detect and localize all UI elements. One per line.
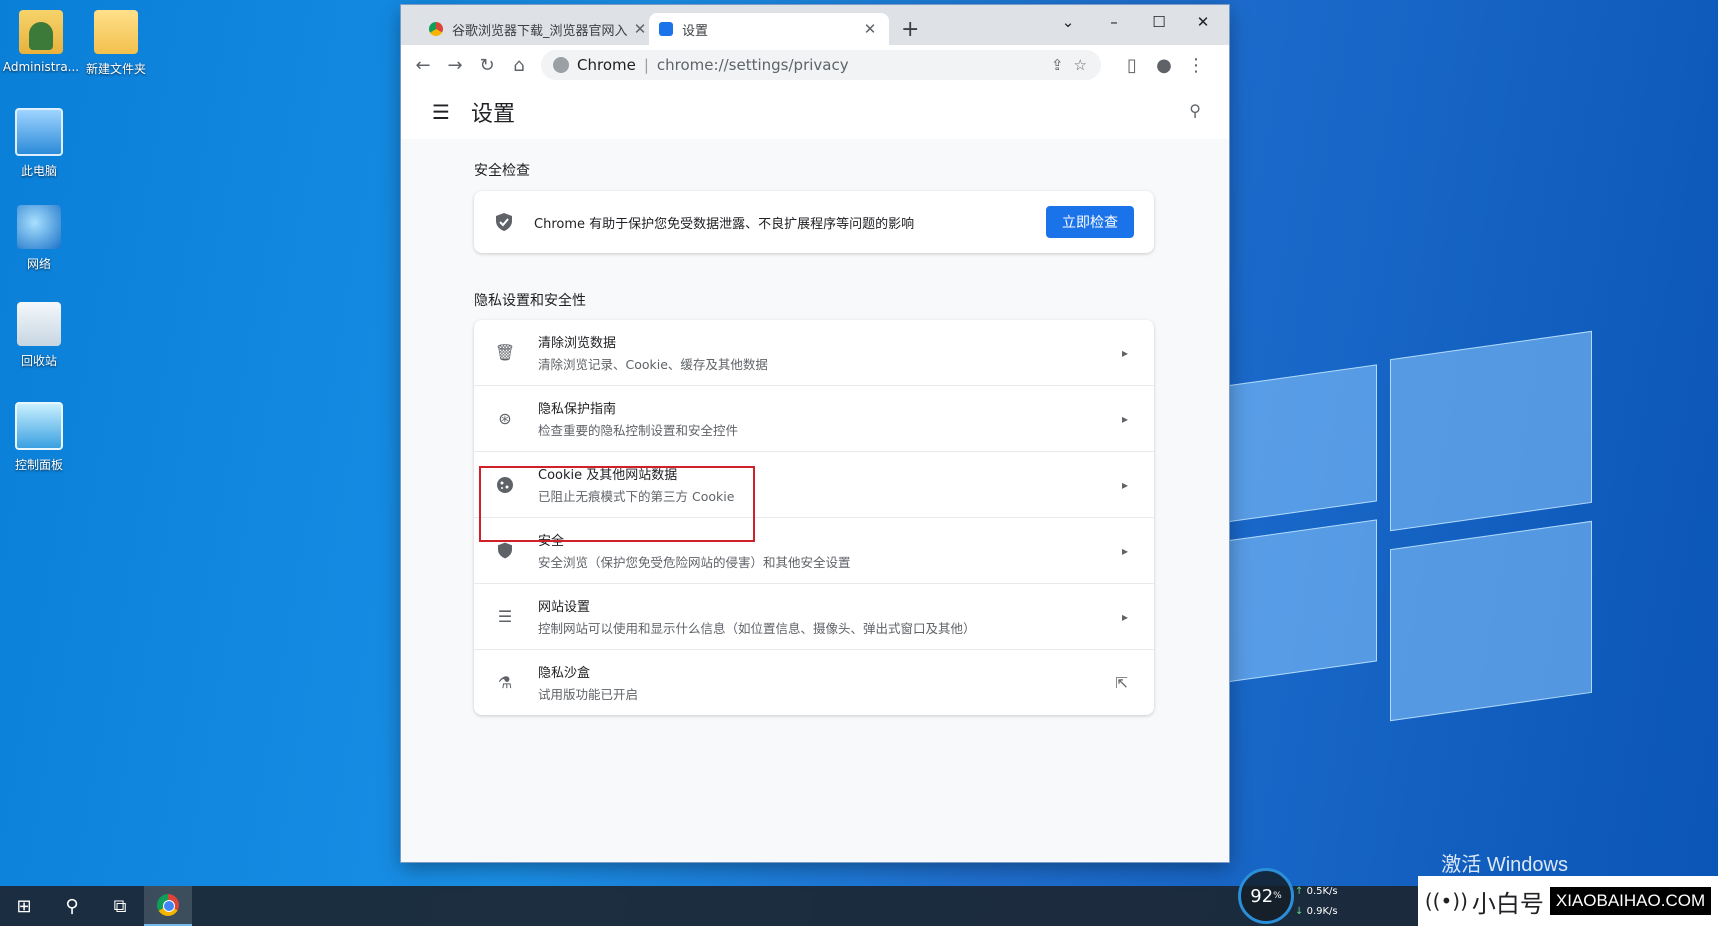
brand-watermark: ((•)) 小白号 XIAOBAIHAO.COM: [1418, 876, 1718, 926]
upload-arrow-icon: ↑: [1295, 886, 1304, 897]
privacy-sandbox-row[interactable]: ⚗ 隐私沙盒 试用版功能已开启 ⇱: [474, 649, 1154, 715]
desktop-icon-this-pc[interactable]: 此电脑: [0, 108, 78, 179]
bookmark-star-icon[interactable]: ☆: [1074, 56, 1087, 74]
chevron-right-icon: ▸: [1121, 609, 1128, 624]
safety-check-heading: 安全检查: [474, 163, 530, 179]
safety-check-card: Chrome 有助于保护您免受数据泄露、不良扩展程序等问题的影响 立即检查: [474, 191, 1154, 253]
url-text: chrome://settings/privacy: [656, 56, 849, 74]
close-tab-icon[interactable]: ✕: [631, 20, 649, 38]
minimize-button[interactable]: –: [1104, 13, 1124, 31]
desktop-icon-recycle-bin[interactable]: 回收站: [0, 302, 78, 369]
safety-check-description: Chrome 有助于保护您免受数据泄露、不良扩展程序等问题的影响: [534, 216, 915, 232]
external-link-icon: ⇱: [1115, 673, 1128, 692]
desktop-icon-administrator[interactable]: Administra...: [2, 10, 80, 74]
desktop-icon-control-panel[interactable]: 控制面板: [0, 402, 78, 473]
tab-strip: 谷歌浏览器下载_浏览器官网入口 ✕ 设置 ✕ + ⌄ – ☐ ✕: [401, 5, 1229, 45]
chevron-right-icon: ▸: [1121, 345, 1128, 360]
tab-settings[interactable]: 设置 ✕: [649, 13, 889, 45]
chrome-site-icon: [553, 57, 569, 73]
trash-icon: 🗑: [494, 343, 516, 362]
shield-icon: [494, 540, 516, 562]
windows-logo-wallpaper: [1225, 330, 1645, 725]
user-folder-icon: [19, 10, 63, 54]
hamburger-menu-icon[interactable]: ☰: [421, 100, 461, 124]
new-tab-button[interactable]: +: [901, 17, 919, 42]
task-view-icon[interactable]: ⧉: [96, 886, 144, 926]
privacy-security-heading: 隐私设置和安全性: [474, 293, 586, 309]
close-tab-icon[interactable]: ✕: [861, 20, 879, 38]
site-settings-row[interactable]: ☰ 网站设置 控制网站可以使用和显示什么信息（如位置信息、摄像头、弹出式窗口及其他…: [474, 583, 1154, 649]
more-menu-icon[interactable]: ⋮: [1180, 55, 1212, 76]
clear-browsing-data-row[interactable]: 🗑 清除浏览数据 清除浏览记录、Cookie、缓存及其他数据 ▸: [474, 320, 1154, 385]
reload-icon[interactable]: ↻: [471, 55, 503, 76]
chrome-window: 谷歌浏览器下载_浏览器官网入口 ✕ 设置 ✕ + ⌄ – ☐ ✕ ← → ↻ ⌂…: [401, 5, 1229, 862]
tab-download-page[interactable]: 谷歌浏览器下载_浏览器官网入口 ✕: [419, 13, 659, 45]
cpu-gauge[interactable]: 92%: [1238, 868, 1294, 924]
recycle-bin-icon: [17, 302, 61, 346]
privacy-guide-row[interactable]: ⊛ 隐私保护指南 检查重要的隐私控制设置和安全控件 ▸: [474, 385, 1154, 451]
desktop-icon-new-folder[interactable]: 新建文件夹: [77, 10, 155, 77]
taskbar-chrome-button[interactable]: [144, 886, 192, 926]
maximize-button[interactable]: ☐: [1149, 13, 1169, 31]
profile-avatar-icon[interactable]: ●: [1148, 55, 1180, 76]
chevron-right-icon: ▸: [1121, 411, 1128, 426]
network-speed: ↑ 0.5K/s ↓ 0.9K/s: [1295, 886, 1338, 917]
control-panel-icon: [15, 402, 63, 450]
chevron-right-icon: ▸: [1121, 477, 1128, 492]
tab-search-chevron-icon[interactable]: ⌄: [1058, 13, 1078, 31]
settings-header: ☰ 设置 ⚲: [401, 85, 1229, 139]
computer-icon: [15, 108, 63, 156]
compass-icon: ⊛: [498, 409, 512, 428]
folder-icon: [94, 10, 138, 54]
flask-icon: ⚗: [497, 673, 513, 692]
chevron-right-icon: ▸: [1121, 543, 1128, 558]
highlight-box: [479, 466, 755, 542]
network-globe-icon: [17, 205, 61, 249]
search-icon[interactable]: ⚲: [1189, 101, 1201, 120]
signal-icon: ((•)): [1424, 889, 1468, 913]
gear-favicon-icon: [659, 22, 673, 36]
share-icon[interactable]: ⇪: [1051, 56, 1064, 74]
address-bar[interactable]: Chrome | chrome://settings/privacy ⇪ ☆: [541, 50, 1101, 80]
home-icon[interactable]: ⌂: [503, 55, 535, 76]
browser-toolbar: ← → ↻ ⌂ Chrome | chrome://settings/priva…: [401, 45, 1229, 85]
desktop-icon-network[interactable]: 网络: [0, 205, 78, 272]
forward-arrow-icon[interactable]: →: [439, 55, 471, 76]
search-icon[interactable]: ⚲: [48, 886, 96, 926]
download-arrow-icon: ↓: [1295, 906, 1304, 917]
back-arrow-icon[interactable]: ←: [407, 55, 439, 76]
sliders-icon: ☰: [497, 607, 513, 626]
side-panel-icon[interactable]: ▯: [1116, 55, 1148, 76]
chrome-favicon-icon: [429, 22, 443, 36]
close-window-button[interactable]: ✕: [1193, 13, 1213, 31]
check-now-button[interactable]: 立即检查: [1046, 206, 1134, 238]
chrome-icon: [157, 894, 179, 916]
shield-check-icon: [494, 212, 514, 232]
page-title: 设置: [471, 102, 516, 127]
start-windows-icon[interactable]: ⊞: [0, 886, 48, 926]
activation-watermark: 激活 Windows: [1441, 854, 1568, 876]
